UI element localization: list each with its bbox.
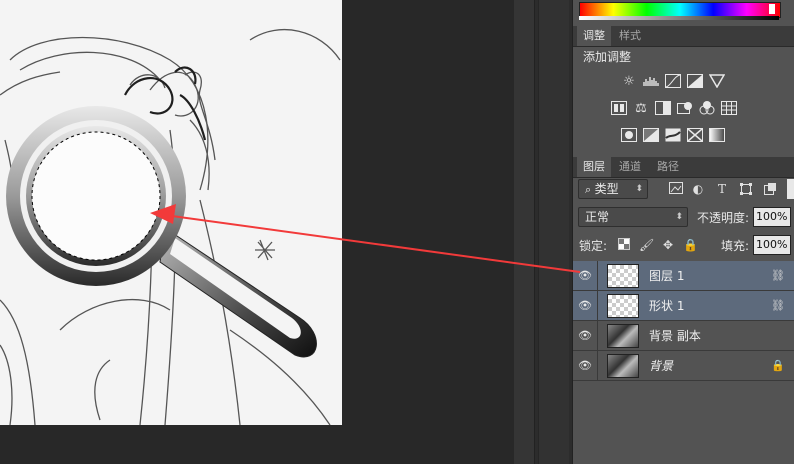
annotation-arrow-head [150,204,176,224]
annotation-arrow-overlay [150,204,581,273]
annotation-arrow-line [171,215,581,273]
